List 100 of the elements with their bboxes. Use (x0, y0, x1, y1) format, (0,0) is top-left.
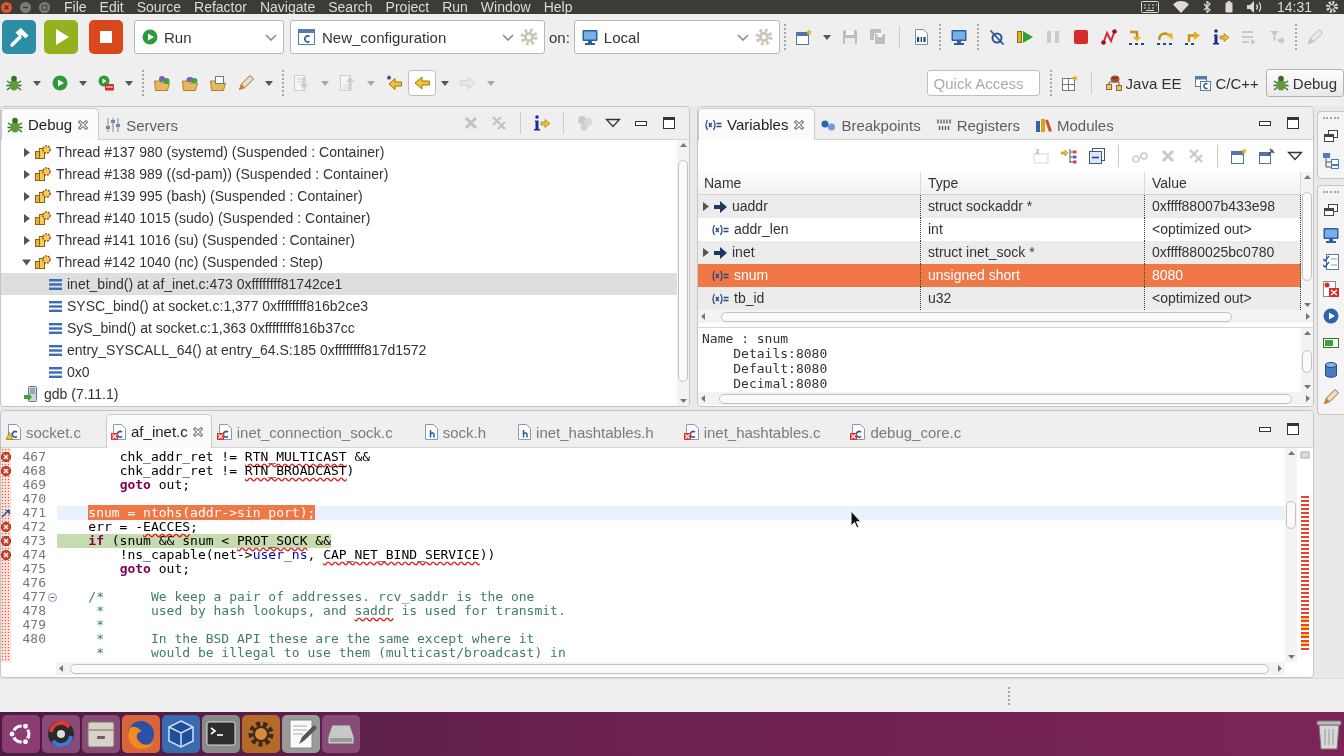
view-tab[interactable]: Debug (1, 108, 100, 140)
monitor-icon[interactable] (950, 29, 967, 45)
cube-icon[interactable] (162, 715, 200, 753)
caret-icon[interactable] (265, 80, 273, 86)
view-tab[interactable]: Registers (930, 109, 1030, 140)
pin-icon[interactable] (1259, 148, 1275, 164)
document-bars-icon[interactable] (912, 29, 929, 45)
folder-icon[interactable] (210, 75, 226, 91)
menu-item[interactable]: Search (328, 0, 373, 14)
close-icon[interactable] (793, 118, 806, 131)
scrollbar-thumb[interactable] (718, 393, 1293, 404)
collapse-all-icon[interactable] (1089, 148, 1105, 164)
editor-tab[interactable]: inet_hashtables.c (678, 415, 846, 448)
scroll-arrow-icon[interactable] (59, 665, 63, 672)
horizontal-scrollbar[interactable] (698, 310, 1313, 323)
horizontal-scrollbar[interactable] (698, 392, 1313, 405)
maximize-icon[interactable] (1287, 423, 1299, 435)
tree-item[interactable]: SYSC_bind() at socket.c:1,377 0xffffffff816b2ce3 (1, 295, 677, 317)
caret-icon[interactable] (79, 80, 87, 86)
editor-tab[interactable]: socket.c (1, 415, 107, 448)
monitor-icon[interactable] (1323, 227, 1339, 243)
zigzag-icon[interactable] (1100, 29, 1117, 45)
tree-item[interactable]: Thread #142 1040 (nc) (Suspended : Step) (1, 251, 677, 273)
stop-icon[interactable] (89, 20, 123, 54)
table-row[interactable]: uaddr struct sockaddr * 0xffff88007b433e98 (698, 195, 1301, 218)
perspective-button[interactable]: Debug (1265, 69, 1344, 97)
maximize-icon[interactable] (663, 117, 675, 129)
cylinder-icon[interactable] (1325, 362, 1337, 378)
hammer-icon[interactable] (2, 20, 36, 54)
scroll-arrow-icon[interactable] (1303, 331, 1311, 335)
table-row[interactable]: tb_id u32 <optimized out> (698, 287, 1301, 310)
scroll-arrow-icon[interactable] (701, 313, 705, 320)
tree-boxes-icon[interactable] (1323, 153, 1339, 169)
tree-toggle-icon[interactable] (22, 147, 31, 157)
perspective-button[interactable]: C/C++ (1188, 69, 1266, 97)
column-header[interactable]: Name (698, 172, 921, 194)
vertical-scrollbar[interactable] (1301, 328, 1313, 392)
bluetooth-icon[interactable] (1202, 1, 1211, 13)
back-icon[interactable] (408, 70, 436, 96)
editor-tab[interactable]: inet_connection_sock.c (211, 415, 418, 448)
folder-icon[interactable] (154, 75, 170, 91)
caret-icon[interactable] (33, 80, 41, 86)
step-over-icon[interactable] (1156, 29, 1173, 45)
stop-icon[interactable] (1072, 29, 1089, 45)
menu-item[interactable]: Help (543, 0, 573, 14)
close-icon[interactable] (191, 425, 204, 438)
star-arrow-icon[interactable] (386, 75, 402, 91)
tree-toggle-icon[interactable] (22, 235, 31, 245)
vertical-scrollbar[interactable] (1285, 448, 1297, 662)
caret-icon[interactable] (822, 34, 831, 40)
scrollbar-thumb[interactable] (678, 160, 688, 382)
perspective-button[interactable]: Java EE (1098, 69, 1189, 97)
scroll-arrow-icon[interactable] (1303, 175, 1311, 179)
scrollbar-thumb[interactable] (1286, 501, 1296, 530)
scrollbar-thumb[interactable] (1302, 349, 1312, 374)
scrollbar-thumb[interactable] (1302, 191, 1312, 282)
launch-mode-dropdown[interactable]: Run (134, 20, 284, 54)
editor-tab[interactable]: debug_core.c (845, 415, 987, 448)
tree-item[interactable]: inet_bind() at af_inet.c:473 0xffffffff81742ce1 (1, 273, 677, 295)
scroll-arrow-icon[interactable] (679, 399, 687, 403)
play-toolbox-icon[interactable] (98, 75, 114, 91)
pen-icon[interactable] (1323, 389, 1339, 405)
tree-toggle-icon[interactable] (22, 169, 31, 179)
play-icon[interactable] (44, 20, 78, 54)
vertical-scrollbar[interactable] (1301, 172, 1313, 310)
close-icon[interactable] (1, 1, 12, 13)
tree-toggle-icon[interactable] (22, 213, 31, 223)
folder-icon[interactable] (182, 75, 198, 91)
view-tab[interactable]: Servers (99, 109, 188, 140)
scroll-arrow-icon[interactable] (1287, 451, 1295, 455)
tree-toggle-icon[interactable] (22, 191, 31, 201)
tree-arrow-icon[interactable] (1061, 148, 1077, 164)
minimize-icon[interactable] (635, 120, 647, 126)
file-cabinet-icon[interactable] (82, 715, 120, 753)
tree-item[interactable]: 0x0 (1, 361, 677, 383)
menu-item[interactable]: Navigate (259, 0, 316, 14)
minimize-icon[interactable] (1259, 120, 1271, 126)
menu-item[interactable]: Refactor (194, 0, 247, 14)
editor-tab[interactable]: inet_hashtables.h (511, 415, 679, 448)
gear-tile-icon[interactable] (242, 715, 280, 753)
battery-icon[interactable] (1224, 1, 1233, 13)
restore-icon[interactable] (1324, 130, 1338, 142)
horizontal-scrollbar[interactable] (56, 662, 1285, 675)
keyboard-icon[interactable] (1140, 1, 1159, 13)
menu-item[interactable]: Window (480, 0, 531, 14)
scroll-arrow-icon[interactable] (679, 143, 687, 147)
view-tab[interactable]: Variables (698, 108, 816, 140)
grid-star-icon[interactable] (1061, 75, 1078, 91)
hard-drive-icon[interactable] (322, 715, 360, 753)
tree-item[interactable]: Thread #137 980 (systemd) (Suspended : Container) (1, 141, 677, 163)
tree-item[interactable]: Thread #139 995 (bash) (Suspended : Container) (1, 185, 677, 207)
table-row[interactable]: inet struct inet_sock * 0xffff880025bc0780 (698, 241, 1301, 264)
scrollbar-thumb[interactable] (69, 663, 1270, 674)
step-into-icon[interactable] (1128, 29, 1145, 45)
tree-item[interactable]: entry_SYSCALL_64() at entry_64.S:185 0xffffffff817d1572 (1, 339, 677, 361)
run-icon[interactable] (52, 75, 68, 91)
tree-item[interactable]: Thread #140 1015 (sudo) (Suspended : Container) (1, 207, 677, 229)
tree-item[interactable]: Thread #141 1016 (su) (Suspended : Container) (1, 229, 677, 251)
scroll-arrow-icon[interactable] (701, 395, 705, 402)
progress-bar-icon[interactable] (1323, 335, 1339, 351)
